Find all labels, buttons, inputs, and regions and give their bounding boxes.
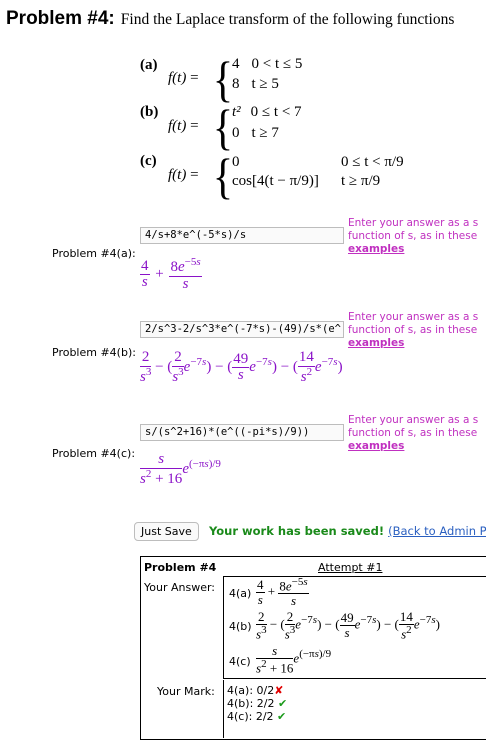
result-c-label: 4(c)	[229, 655, 251, 668]
part-a-case-1: 40 < t ≤ 5	[232, 56, 303, 72]
part-c-case-1-expr: 0	[232, 154, 240, 170]
part-a-case-2: 8t ≥ 5	[232, 76, 279, 92]
answer-b-input[interactable]: 2/s^3-2/s^3*e^(-7*s)-(49)/s*(e^	[140, 321, 344, 338]
answer-c-label: Problem #4(c):	[52, 447, 136, 460]
problem-prompt: Find the Laplace transform of the follow…	[120, 11, 455, 28]
part-c-case-1-cond: 0 ≤ t < π/9	[341, 154, 404, 170]
answer-c-preview: s s2 + 16 e(−πs)/9	[140, 451, 221, 487]
part-b-fx: f(t) =	[168, 118, 199, 134]
part-c-fx: f(t) =	[168, 167, 199, 183]
result-c-math: s s2 + 16 e(−πs)/9	[256, 643, 332, 675]
examples-link-b[interactable]: examples	[348, 337, 478, 350]
part-c-case-2-expr: cos[4(t − π/9)]	[232, 173, 319, 189]
problem-number: Problem #4:	[6, 8, 115, 29]
answer-a-label: Problem #4(a):	[52, 247, 136, 260]
examples-link-c[interactable]: examples	[348, 440, 478, 453]
part-a-label: (a)	[140, 57, 158, 73]
your-mark-label: Your Mark:	[157, 685, 215, 698]
check-icon: ✔	[277, 697, 288, 710]
attempt-label: Attempt #1	[318, 561, 383, 574]
answer-a-preview: 4s + 8e−5s s	[140, 256, 202, 292]
mark-b: 4(b): 2/2 ✔	[227, 697, 288, 710]
part-b-brace: {	[212, 99, 234, 155]
just-save-button[interactable]: Just Save	[134, 522, 199, 541]
result-b-math: 2 s3 − (2 s3 e−7s) − (49 s e−7s) − (14 s2 e−7s)	[256, 609, 440, 641]
part-a-fx: f(t) =	[168, 70, 199, 86]
answer-c-hint: Enter your answer as a s function of s, a…	[348, 414, 479, 453]
back-to-admin-link[interactable]: (Back to Admin Pac	[388, 524, 486, 538]
problem-header: Problem #4: Find the Laplace transform of…	[6, 8, 454, 30]
result-a-label: 4(a)	[229, 587, 252, 600]
part-a-brace: {	[212, 51, 234, 107]
answer-a-hint: Enter your answer as a s function of s, a…	[348, 217, 479, 256]
part-b-label: (b)	[140, 104, 159, 120]
results-title: Problem #4	[144, 561, 217, 574]
part-c-label: (c)	[140, 153, 157, 169]
answer-b-label: Problem #4(b):	[52, 346, 136, 359]
check-icon: ✔	[277, 710, 287, 723]
part-b-case-2: 0t ≥ 7	[232, 125, 279, 141]
cross-icon: ✘	[274, 684, 284, 697]
answer-b-preview: 2 s3 − (2 s3 e−7s) − (49 s e−7s) − (14 s2 e−7s)	[140, 349, 343, 385]
examples-link-a[interactable]: examples	[348, 243, 478, 256]
part-b-case-1: t² 0 ≤ t < 7	[232, 104, 302, 120]
part-c-brace: {	[212, 148, 234, 204]
mark-c: 4(c): 2/2 ✔	[227, 710, 287, 723]
marks-list: 4(a): 0/2✘ 4(b): 2/2 ✔ 4(c): 2/2 ✔	[227, 684, 287, 723]
part-c-case-2-cond: t ≥ π/9	[341, 173, 381, 189]
saved-message: Your work has been saved!	[209, 524, 385, 538]
result-a-math: 4s + 8e−5s s	[256, 576, 309, 608]
answer-b-hint: Enter your answer as a s function of s, a…	[348, 311, 479, 350]
your-answer-label: Your Answer:	[144, 581, 216, 594]
result-b-label: 4(b)	[229, 620, 252, 633]
answer-c-input[interactable]: s/(s^2+16)*(e^((-pi*s)/9))	[140, 424, 344, 441]
save-status: Your work has been saved! (Back to Admin…	[209, 524, 486, 538]
mark-a: 4(a): 0/2✘	[227, 684, 284, 697]
answer-a-input[interactable]: 4/s+8*e^(-5*s)/s	[140, 227, 344, 244]
